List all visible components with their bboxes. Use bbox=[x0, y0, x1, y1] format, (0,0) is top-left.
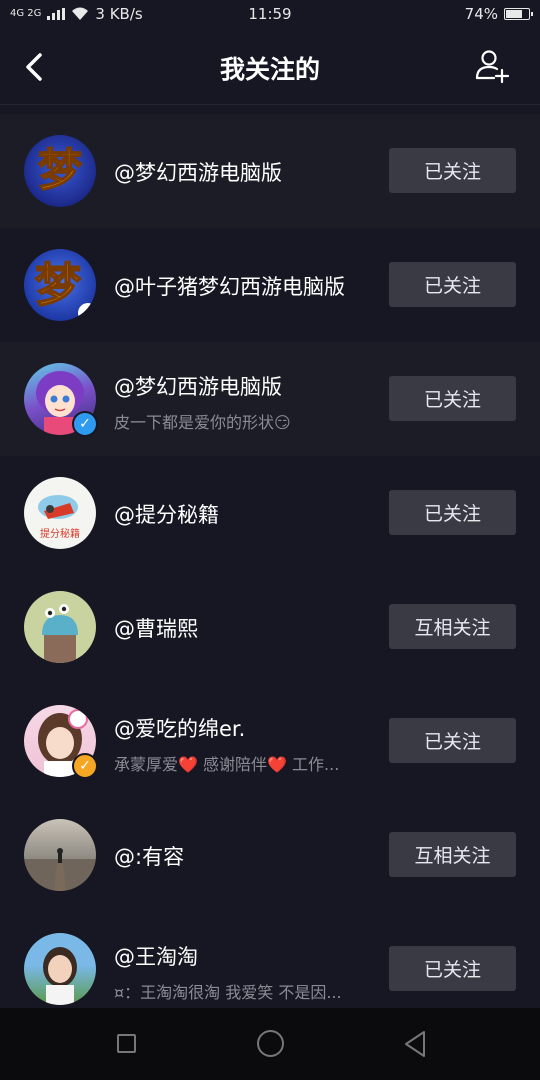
square-icon[interactable] bbox=[117, 1034, 136, 1053]
list-item[interactable]: @:有容 互相关注 bbox=[0, 798, 540, 912]
score-logo-avatar: 提分秘籍 bbox=[38, 495, 80, 540]
avatar[interactable]: 梦 bbox=[24, 249, 96, 321]
mutual-follow-button[interactable]: 互相关注 bbox=[389, 832, 516, 877]
list-item[interactable]: 提分秘籍 @提分秘籍 已关注 bbox=[0, 456, 540, 570]
avatar[interactable]: ✓ bbox=[24, 363, 98, 437]
avatar[interactable]: 梦 bbox=[24, 135, 96, 207]
following-button[interactable]: 已关注 bbox=[389, 490, 516, 535]
user-name[interactable]: @曹瑞熙 bbox=[114, 613, 198, 643]
svg-text:提分秘籍: 提分秘籍 bbox=[40, 527, 80, 540]
mutual-follow-button[interactable]: 互相关注 bbox=[389, 604, 516, 649]
user-bio: ¤：王淘淘很淘 我爱笑 不是因... bbox=[114, 983, 342, 1002]
page-title: 我关注的 bbox=[219, 55, 320, 84]
following-button[interactable]: 已关注 bbox=[389, 262, 516, 307]
user-name[interactable]: @提分秘籍 bbox=[114, 499, 219, 529]
battery-fill bbox=[506, 10, 522, 18]
avatar[interactable]: 提分秘籍 bbox=[24, 477, 96, 549]
user-name[interactable]: @王淘淘 bbox=[114, 941, 198, 971]
avatar[interactable] bbox=[24, 591, 96, 663]
dream-logo-icon: 梦 bbox=[37, 144, 83, 197]
list-item[interactable]: 梦 @梦幻西游电脑版 已关注 bbox=[0, 114, 540, 228]
battery-icon bbox=[504, 8, 533, 20]
user-bio: 承蒙厚爱❤️ 感谢陪伴❤️ 工作... bbox=[114, 755, 340, 774]
avatar[interactable] bbox=[24, 933, 96, 1005]
following-button[interactable]: 已关注 bbox=[389, 946, 516, 991]
verified-badge-icon: ✓ bbox=[72, 753, 98, 779]
user-name[interactable]: @梦幻西游电脑版 bbox=[114, 157, 282, 187]
user-name[interactable]: @爱吃的绵er. bbox=[114, 713, 245, 743]
circle-icon[interactable] bbox=[257, 1030, 284, 1057]
following-button[interactable]: 已关注 bbox=[389, 718, 516, 763]
svg-text:梦: 梦 bbox=[38, 145, 82, 196]
system-nav-bar bbox=[0, 1008, 540, 1080]
list-item[interactable]: @曹瑞熙 互相关注 bbox=[0, 570, 540, 684]
following-button[interactable]: 已关注 bbox=[389, 376, 516, 421]
header: 我关注的 bbox=[0, 28, 540, 105]
list-item[interactable]: ✓ @梦幻西游电脑版 皮一下都是爱你的形状😏 已关注 bbox=[0, 342, 540, 456]
svg-text:梦: 梦 bbox=[35, 258, 81, 312]
user-bio: 皮一下都是爱你的形状😏 bbox=[114, 413, 291, 432]
user-name[interactable]: @:有容 bbox=[114, 841, 184, 871]
status-bar: 4G 2G 3 KB/s 11:59 74% bbox=[0, 0, 540, 28]
verified-badge-icon: ✓ bbox=[72, 411, 98, 437]
clock: 11:59 bbox=[248, 5, 292, 23]
user-name[interactable]: @梦幻西游电脑版 bbox=[114, 371, 282, 401]
add-friend-icon[interactable] bbox=[474, 48, 510, 84]
landscape-photo-avatar bbox=[24, 848, 96, 891]
list-item[interactable]: 梦 @叶子猪梦幻西游电脑版 已关注 bbox=[0, 228, 540, 342]
triangle-back-icon[interactable] bbox=[402, 1030, 428, 1058]
woman-photo-avatar bbox=[43, 947, 77, 1005]
avatar[interactable] bbox=[24, 819, 96, 891]
following-list: 梦 @梦幻西游电脑版 已关注 梦 @叶子猪梦幻西游电脑版 已关注 ✓ @梦幻西游… bbox=[0, 114, 540, 1008]
dream-logo-icon: 梦 bbox=[34, 257, 96, 321]
following-button[interactable]: 已关注 bbox=[389, 148, 516, 193]
user-name[interactable]: @叶子猪梦幻西游电脑版 bbox=[114, 271, 345, 301]
avatar[interactable]: ✓ bbox=[24, 705, 98, 779]
list-item[interactable]: ✓ @爱吃的绵er. 承蒙厚爱❤️ 感谢陪伴❤️ 工作... 已关注 bbox=[0, 684, 540, 798]
snail-cartoon-avatar bbox=[42, 604, 78, 663]
list-item[interactable]: @王淘淘 ¤：王淘淘很淘 我爱笑 不是因... 已关注 bbox=[0, 912, 540, 1008]
